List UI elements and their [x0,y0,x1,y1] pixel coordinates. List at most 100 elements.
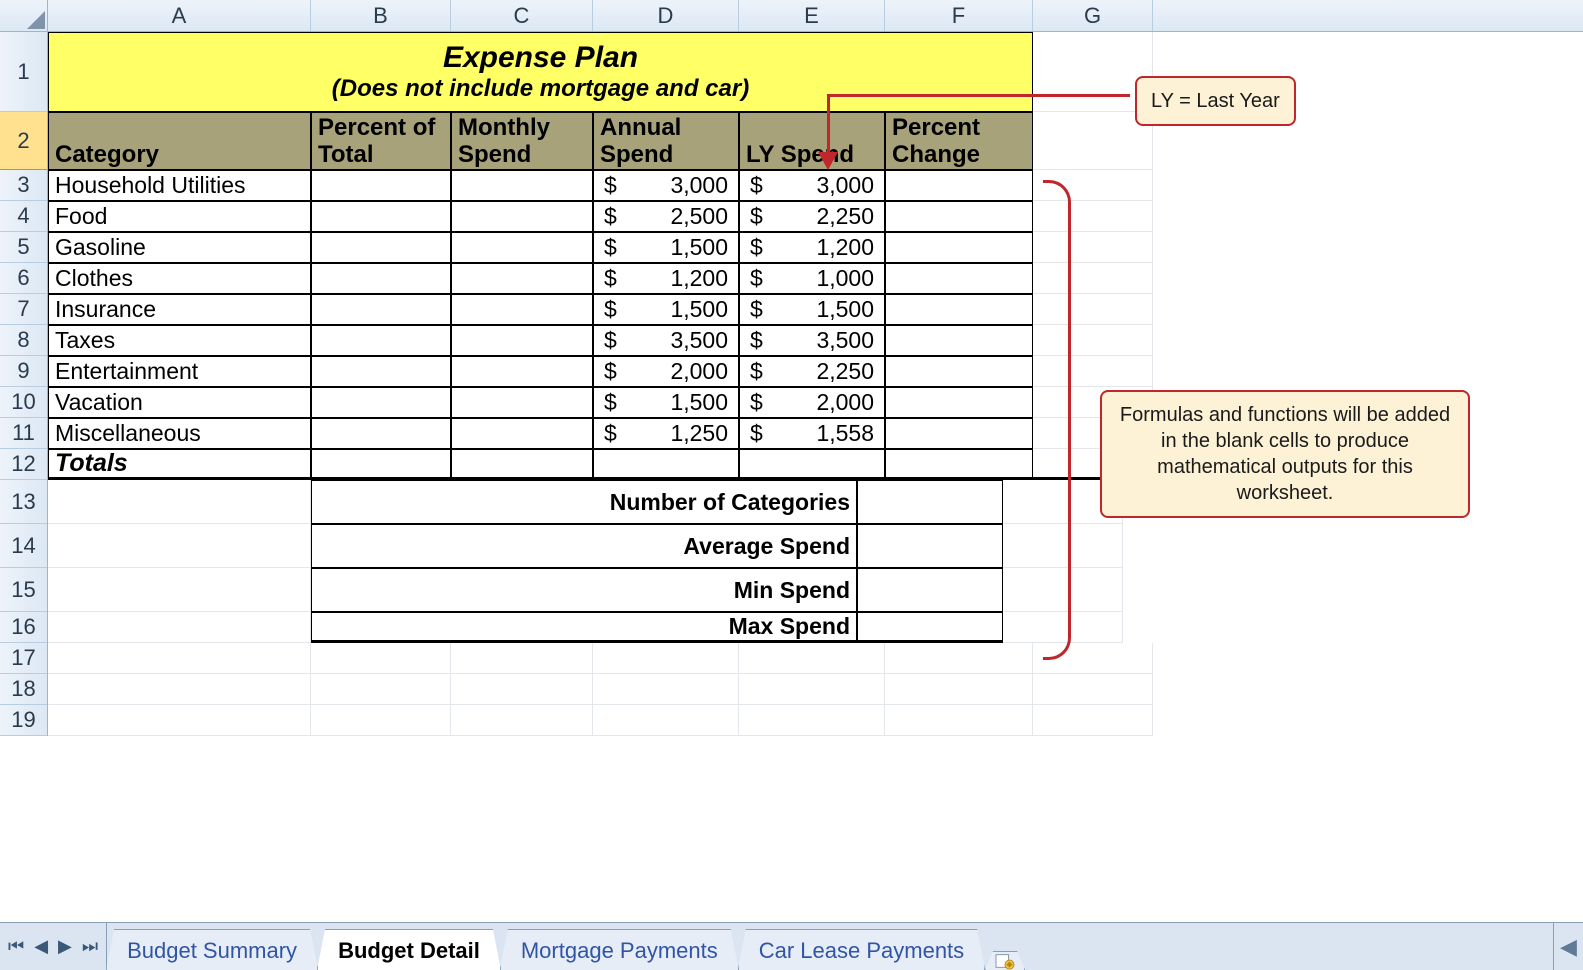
row-header-2[interactable]: 2 [0,112,47,170]
tab-mortgage-payments[interactable]: Mortgage Payments [500,929,739,970]
cell-d12[interactable] [593,449,739,480]
cell-c8[interactable] [451,325,593,356]
cell-a6[interactable]: Clothes [48,263,311,294]
cell-f18[interactable] [885,674,1033,705]
cell-d7[interactable]: $1,500 [593,294,739,325]
row-header-16[interactable]: 16 [0,612,47,643]
cell-a16[interactable] [48,612,311,643]
cell-c18[interactable] [451,674,593,705]
cell-a8[interactable]: Taxes [48,325,311,356]
cell-a14[interactable] [48,524,311,568]
stat-max-label[interactable]: Max Spend [311,612,857,643]
cell-f12[interactable] [885,449,1033,480]
cell-d8[interactable]: $3,500 [593,325,739,356]
cell-c6[interactable] [451,263,593,294]
cell-e17[interactable] [739,643,885,674]
col-header-c[interactable]: C [451,0,593,31]
cell-c17[interactable] [451,643,593,674]
row-header-18[interactable]: 18 [0,674,47,705]
cell-a10[interactable]: Vacation [48,387,311,418]
cell-d4[interactable]: $2,500 [593,201,739,232]
cell-d18[interactable] [593,674,739,705]
cell-f9[interactable] [885,356,1033,387]
tab-budget-detail[interactable]: Budget Detail [317,929,501,970]
row-header-9[interactable]: 9 [0,356,47,387]
cell-a11[interactable]: Miscellaneous [48,418,311,449]
cell-e8[interactable]: $3,500 [739,325,885,356]
header-annual-spend[interactable]: Annual Spend [593,112,739,170]
cell-b11[interactable] [311,418,451,449]
cell-b4[interactable] [311,201,451,232]
row-header-12[interactable]: 12 [0,449,47,480]
row-header-13[interactable]: 13 [0,480,47,524]
cell-a4[interactable]: Food [48,201,311,232]
header-category[interactable]: Category [48,112,311,170]
stat-max-value[interactable] [857,612,1003,643]
cell-c7[interactable] [451,294,593,325]
cell-c9[interactable] [451,356,593,387]
cell-e4[interactable]: $2,250 [739,201,885,232]
nav-first-icon[interactable]: ⏮ [8,936,24,957]
cell-e6[interactable]: $1,000 [739,263,885,294]
cell-d11[interactable]: $1,250 [593,418,739,449]
cell-f6[interactable] [885,263,1033,294]
cell-g19[interactable] [1033,705,1153,736]
col-header-b[interactable]: B [311,0,451,31]
cell-d10[interactable]: $1,500 [593,387,739,418]
col-header-f[interactable]: F [885,0,1033,31]
cell-c10[interactable] [451,387,593,418]
header-percent-total[interactable]: Percent of Total [311,112,451,170]
row-header-10[interactable]: 10 [0,387,47,418]
tab-budget-summary[interactable]: Budget Summary [106,929,318,970]
nav-next-icon[interactable]: ▶ [58,936,72,957]
cell-e18[interactable] [739,674,885,705]
stat-min-value[interactable] [857,568,1003,612]
cell-b10[interactable] [311,387,451,418]
cell-e5[interactable]: $1,200 [739,232,885,263]
cell-d9[interactable]: $2,000 [593,356,739,387]
col-header-e[interactable]: E [739,0,885,31]
cell-e3[interactable]: $3,000 [739,170,885,201]
cell-a17[interactable] [48,643,311,674]
cell-f11[interactable] [885,418,1033,449]
cell-f19[interactable] [885,705,1033,736]
cell-b3[interactable] [311,170,451,201]
cell-a9[interactable]: Entertainment [48,356,311,387]
cell-b17[interactable] [311,643,451,674]
cell-f10[interactable] [885,387,1033,418]
cell-f7[interactable] [885,294,1033,325]
cell-a15[interactable] [48,568,311,612]
nav-prev-icon[interactable]: ◀ [34,936,48,957]
cell-c4[interactable] [451,201,593,232]
row-header-1[interactable]: 1 [0,32,47,112]
cell-c5[interactable] [451,232,593,263]
cell-d17[interactable] [593,643,739,674]
col-header-a[interactable]: A [48,0,311,31]
cell-f3[interactable] [885,170,1033,201]
nav-last-icon[interactable]: ⏭ [82,936,98,957]
row-header-4[interactable]: 4 [0,201,47,232]
col-header-d[interactable]: D [593,0,739,31]
tab-car-lease-payments[interactable]: Car Lease Payments [738,929,985,970]
cell-f17[interactable] [885,643,1033,674]
row-header-6[interactable]: 6 [0,263,47,294]
row-header-5[interactable]: 5 [0,232,47,263]
stat-num-categories-value[interactable] [857,480,1003,524]
cell-d5[interactable]: $1,500 [593,232,739,263]
col-header-g[interactable]: G [1033,0,1153,31]
cell-a5[interactable]: Gasoline [48,232,311,263]
stat-num-categories-label[interactable]: Number of Categories [311,480,857,524]
row-header-3[interactable]: 3 [0,170,47,201]
row-header-17[interactable]: 17 [0,643,47,674]
cell-a18[interactable] [48,674,311,705]
cell-b7[interactable] [311,294,451,325]
stat-min-label[interactable]: Min Spend [311,568,857,612]
cell-b6[interactable] [311,263,451,294]
cell-g18[interactable] [1033,674,1153,705]
cell-a3[interactable]: Household Utilities [48,170,311,201]
cell-a19[interactable] [48,705,311,736]
cell-e10[interactable]: $2,000 [739,387,885,418]
cell-e12[interactable] [739,449,885,480]
row-header-11[interactable]: 11 [0,418,47,449]
cell-f8[interactable] [885,325,1033,356]
